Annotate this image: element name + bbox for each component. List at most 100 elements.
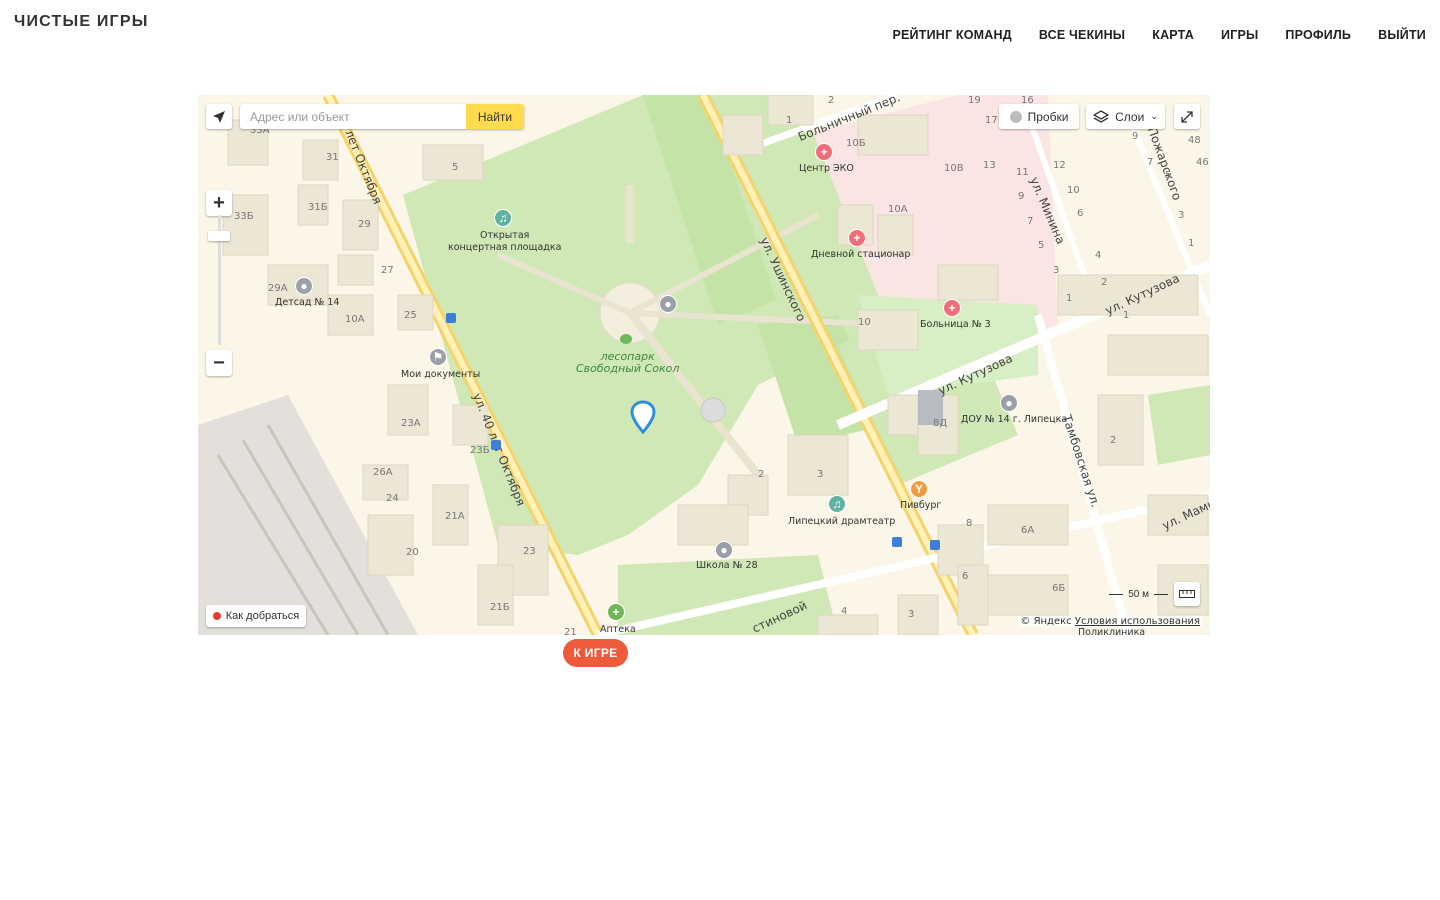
poi-pharmacy: Аптека	[600, 624, 636, 635]
traffic-button[interactable]: Пробки	[999, 104, 1079, 129]
house-number: 10Б	[846, 138, 866, 149]
house-number: 46	[1196, 157, 1209, 168]
house-number: 7	[1027, 216, 1034, 227]
house-number: 1	[1188, 238, 1195, 249]
house-number: 2	[1101, 277, 1108, 288]
house-number: 3	[1053, 265, 1060, 276]
park-label: лесопарк Свободный Сокол	[576, 351, 679, 375]
poi-school-28: Школа № 28	[696, 560, 758, 571]
theatre-icon-drama[interactable]: ♫	[828, 495, 846, 513]
house-number: 10А	[888, 204, 908, 215]
zoom-out-button[interactable]: −	[206, 350, 232, 376]
house-number: 6	[1077, 208, 1084, 219]
house-number: 5	[1165, 170, 1172, 181]
nav-profile[interactable]: ПРОФИЛЬ	[1285, 28, 1351, 42]
terms-link[interactable]: Условия использования	[1075, 616, 1200, 627]
poi-drama-theatre: Липецкий драмтеатр	[788, 516, 896, 527]
house-number: 29А	[268, 283, 288, 294]
map-widget[interactable]: 40 лет Октября ул. 40 лет Октября ул. Уш…	[198, 95, 1210, 635]
school-icon[interactable]: ●	[295, 277, 313, 295]
house-number: 11	[1016, 167, 1029, 178]
nav-team-rating[interactable]: РЕЙТИНГ КОМАНД	[892, 28, 1011, 42]
poi-clinic: Поликлиника	[1078, 627, 1146, 635]
scale-label: 50 м	[1128, 589, 1149, 600]
map-copyright: © Яндекс Условия использования	[1018, 616, 1202, 627]
house-number: 1	[786, 115, 793, 126]
map-search-input[interactable]	[240, 104, 466, 129]
house-number: 5	[1038, 240, 1045, 251]
house-number: 2	[828, 95, 835, 106]
to-game-button[interactable]: К ИГРЕ	[563, 639, 628, 667]
house-number: 20	[406, 547, 419, 558]
ruler-button[interactable]	[1174, 582, 1200, 606]
house-number: 6А	[1021, 525, 1035, 536]
poi-eco-center: Центр ЭКО	[799, 163, 854, 174]
zoom-in-button[interactable]: +	[206, 190, 232, 216]
house-number: 1	[1123, 310, 1130, 321]
bus-stop-icon[interactable]	[930, 540, 940, 550]
house-number: 23	[523, 546, 536, 557]
location-pin-icon[interactable]	[630, 400, 658, 436]
map-tiles	[198, 95, 1210, 635]
zoom-slider-handle[interactable]	[208, 231, 230, 241]
kindergarten-icon[interactable]: ●	[1000, 394, 1018, 412]
house-number: 17	[985, 115, 998, 126]
monument-icon[interactable]: ●	[659, 295, 677, 313]
nav-logout[interactable]: ВЫЙТИ	[1378, 28, 1426, 42]
map-search-button[interactable]: Найти	[466, 104, 524, 129]
poi-pivburg: Пивбург	[900, 500, 942, 511]
ruler-icon	[1179, 590, 1195, 598]
house-number: 3	[817, 469, 824, 480]
bar-icon[interactable]: Y	[910, 480, 928, 498]
park-icon	[620, 334, 632, 344]
house-number: 31Б	[308, 202, 328, 213]
house-number: 7	[1147, 157, 1154, 168]
layers-label: Слои	[1115, 109, 1145, 124]
bus-stop-icon[interactable]	[446, 313, 456, 323]
nav-all-checkins[interactable]: ВСЕ ЧЕКИНЫ	[1039, 28, 1125, 42]
bus-stop-icon[interactable]	[491, 440, 501, 450]
house-number: 48	[1188, 135, 1201, 146]
house-number: 2	[1110, 435, 1117, 446]
house-number: 23А	[401, 418, 421, 429]
layers-button[interactable]: Слои ⌄	[1086, 104, 1165, 129]
medical-icon-hospital[interactable]: +	[943, 299, 961, 317]
route-label: Как добраться	[225, 610, 300, 622]
school-icon-28[interactable]: ●	[715, 541, 733, 559]
house-number: 8Д	[933, 418, 948, 429]
main-nav: РЕЙТИНГ КОМАНД ВСЕ ЧЕКИНЫ КАРТА ИГРЫ ПРО…	[892, 28, 1426, 42]
scale-line-right	[1154, 594, 1168, 595]
house-number: 27	[381, 265, 394, 276]
brand-logo[interactable]: ЧИСТЫЕ ИГРЫ	[14, 13, 149, 31]
house-number: 10А	[345, 314, 365, 325]
nav-map[interactable]: КАРТА	[1152, 28, 1194, 42]
medical-icon-day[interactable]: +	[848, 229, 866, 247]
route-button[interactable]: Как добраться	[206, 605, 306, 627]
house-number: 25	[404, 310, 417, 321]
house-number: 10В	[944, 163, 964, 174]
fullscreen-button[interactable]	[1174, 104, 1200, 129]
poi-concert-line2: концертная площадка	[448, 242, 562, 253]
house-number: 29	[358, 219, 371, 230]
geolocation-button[interactable]	[206, 104, 232, 129]
poi-concert-line1: Открытая	[480, 230, 530, 241]
layers-icon	[1093, 109, 1110, 123]
house-number: 3	[1178, 210, 1185, 221]
house-number: 9	[1132, 131, 1139, 142]
house-number: 33Б	[234, 211, 254, 222]
medical-icon-eco[interactable]: +	[815, 143, 833, 161]
bus-stop-icon[interactable]	[892, 537, 902, 547]
house-number: 4	[1095, 250, 1102, 261]
theatre-icon[interactable]: ♫	[494, 209, 512, 227]
house-number: 1	[1066, 293, 1073, 304]
traffic-label: Пробки	[1027, 109, 1069, 124]
scale-bar: 50 м	[1109, 589, 1168, 600]
poi-kindergarten: Детсад № 14	[275, 297, 340, 308]
pharmacy-icon[interactable]: +	[607, 603, 625, 621]
nav-games[interactable]: ИГРЫ	[1221, 28, 1258, 42]
scale-line-left	[1109, 594, 1124, 595]
house-number: 21А	[445, 511, 465, 522]
geolocation-arrow-icon	[213, 110, 225, 123]
house-number: 13	[983, 160, 996, 171]
government-icon[interactable]: ⚑	[429, 348, 447, 366]
